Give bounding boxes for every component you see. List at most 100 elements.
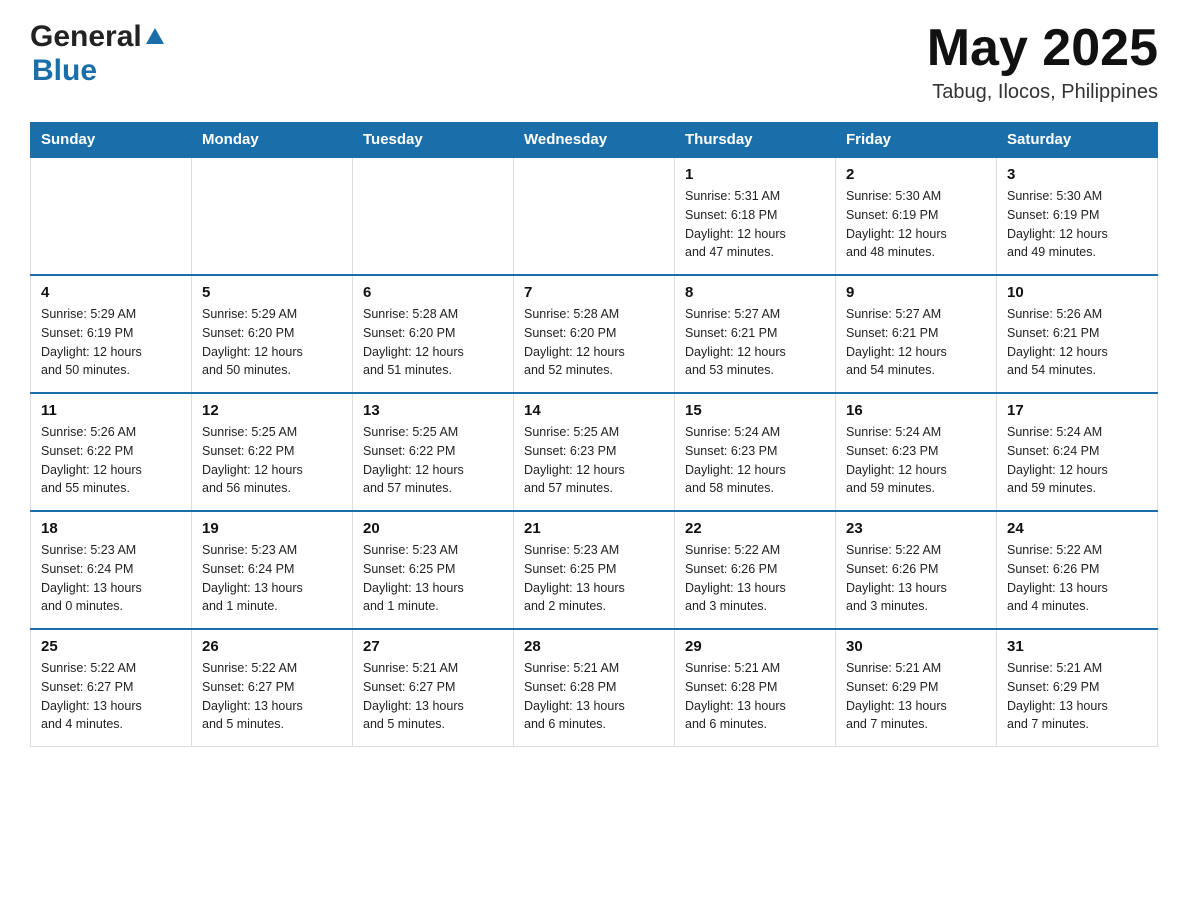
calendar-day-15: 15 Sunrise: 5:24 AMSunset: 6:23 PMDayligh… — [675, 393, 836, 511]
day-info: Sunrise: 5:27 AMSunset: 6:21 PMDaylight:… — [685, 305, 825, 380]
day-info: Sunrise: 5:24 AMSunset: 6:24 PMDaylight:… — [1007, 423, 1147, 498]
day-number: 26 — [202, 638, 342, 655]
calendar-table: SundayMondayTuesdayWednesdayThursdayFrid… — [30, 122, 1158, 747]
day-info: Sunrise: 5:26 AMSunset: 6:21 PMDaylight:… — [1007, 305, 1147, 380]
day-info: Sunrise: 5:29 AMSunset: 6:20 PMDaylight:… — [202, 305, 342, 380]
day-number: 9 — [846, 284, 986, 301]
logo-general-text: General — [30, 20, 142, 54]
day-number: 7 — [524, 284, 664, 301]
day-number: 24 — [1007, 520, 1147, 537]
calendar-week-row: 18 Sunrise: 5:23 AMSunset: 6:24 PMDayligh… — [31, 511, 1158, 629]
day-info: Sunrise: 5:28 AMSunset: 6:20 PMDaylight:… — [524, 305, 664, 380]
day-info: Sunrise: 5:29 AMSunset: 6:19 PMDaylight:… — [41, 305, 181, 380]
calendar-day-20: 20Sunrise: 5:23 AMSunset: 6:25 PMDayligh… — [353, 511, 514, 629]
title-block: May 2025 Tabug, Ilocos, Philippines — [927, 20, 1158, 104]
calendar-day-3: 3 Sunrise: 5:30 AMSunset: 6:19 PMDaylight… — [997, 157, 1158, 275]
calendar-header-row: SundayMondayTuesdayWednesdayThursdayFrid… — [31, 123, 1158, 158]
day-info: Sunrise: 5:21 AMSunset: 6:28 PMDaylight:… — [524, 659, 664, 734]
calendar-week-row: 1Sunrise: 5:31 AMSunset: 6:18 PMDaylight… — [31, 157, 1158, 275]
day-info: Sunrise: 5:23 AMSunset: 6:25 PMDaylight:… — [363, 541, 503, 616]
calendar-day-22: 22Sunrise: 5:22 AMSunset: 6:26 PMDayligh… — [675, 511, 836, 629]
day-info: Sunrise: 5:21 AMSunset: 6:29 PMDaylight:… — [846, 659, 986, 734]
weekday-header-saturday: Saturday — [997, 123, 1158, 158]
day-number: 18 — [41, 520, 181, 537]
calendar-day-21: 21Sunrise: 5:23 AMSunset: 6:25 PMDayligh… — [514, 511, 675, 629]
calendar-empty-cell — [192, 157, 353, 275]
day-number: 5 — [202, 284, 342, 301]
day-number: 3 — [1007, 166, 1147, 183]
calendar-day-5: 5 Sunrise: 5:29 AMSunset: 6:20 PMDaylight… — [192, 275, 353, 393]
calendar-day-28: 28 Sunrise: 5:21 AMSunset: 6:28 PMDayligh… — [514, 629, 675, 747]
calendar-day-14: 14 Sunrise: 5:25 AMSunset: 6:23 PMDayligh… — [514, 393, 675, 511]
logo-triangle-icon — [146, 28, 164, 44]
day-number: 13 — [363, 402, 503, 419]
calendar-title: May 2025 — [927, 20, 1158, 77]
day-info: Sunrise: 5:26 AMSunset: 6:22 PMDaylight:… — [41, 423, 181, 498]
day-number: 16 — [846, 402, 986, 419]
day-number: 17 — [1007, 402, 1147, 419]
calendar-day-12: 12 Sunrise: 5:25 AMSunset: 6:22 PMDayligh… — [192, 393, 353, 511]
calendar-empty-cell — [31, 157, 192, 275]
calendar-day-31: 31Sunrise: 5:21 AMSunset: 6:29 PMDayligh… — [997, 629, 1158, 747]
day-info: Sunrise: 5:24 AMSunset: 6:23 PMDaylight:… — [685, 423, 825, 498]
calendar-day-18: 18 Sunrise: 5:23 AMSunset: 6:24 PMDayligh… — [31, 511, 192, 629]
calendar-day-26: 26Sunrise: 5:22 AMSunset: 6:27 PMDayligh… — [192, 629, 353, 747]
weekday-header-sunday: Sunday — [31, 123, 192, 158]
day-number: 8 — [685, 284, 825, 301]
day-number: 6 — [363, 284, 503, 301]
day-info: Sunrise: 5:30 AMSunset: 6:19 PMDaylight:… — [846, 187, 986, 262]
day-info: Sunrise: 5:24 AMSunset: 6:23 PMDaylight:… — [846, 423, 986, 498]
day-info: Sunrise: 5:31 AMSunset: 6:18 PMDaylight:… — [685, 187, 825, 262]
calendar-week-row: 25 Sunrise: 5:22 AMSunset: 6:27 PMDayligh… — [31, 629, 1158, 747]
day-number: 23 — [846, 520, 986, 537]
calendar-day-4: 4 Sunrise: 5:29 AMSunset: 6:19 PMDaylight… — [31, 275, 192, 393]
day-info: Sunrise: 5:28 AMSunset: 6:20 PMDaylight:… — [363, 305, 503, 380]
day-info: Sunrise: 5:21 AMSunset: 6:28 PMDaylight:… — [685, 659, 825, 734]
weekday-header-wednesday: Wednesday — [514, 123, 675, 158]
calendar-week-row: 11Sunrise: 5:26 AMSunset: 6:22 PMDayligh… — [31, 393, 1158, 511]
day-number: 19 — [202, 520, 342, 537]
calendar-week-row: 4 Sunrise: 5:29 AMSunset: 6:19 PMDaylight… — [31, 275, 1158, 393]
calendar-day-25: 25 Sunrise: 5:22 AMSunset: 6:27 PMDayligh… — [31, 629, 192, 747]
calendar-day-13: 13 Sunrise: 5:25 AMSunset: 6:22 PMDayligh… — [353, 393, 514, 511]
day-number: 30 — [846, 638, 986, 655]
day-info: Sunrise: 5:25 AMSunset: 6:23 PMDaylight:… — [524, 423, 664, 498]
calendar-day-29: 29 Sunrise: 5:21 AMSunset: 6:28 PMDayligh… — [675, 629, 836, 747]
calendar-day-17: 17 Sunrise: 5:24 AMSunset: 6:24 PMDayligh… — [997, 393, 1158, 511]
calendar-day-1: 1Sunrise: 5:31 AMSunset: 6:18 PMDaylight… — [675, 157, 836, 275]
weekday-header-tuesday: Tuesday — [353, 123, 514, 158]
day-number: 21 — [524, 520, 664, 537]
calendar-day-9: 9 Sunrise: 5:27 AMSunset: 6:21 PMDaylight… — [836, 275, 997, 393]
logo: General Blue — [30, 20, 164, 88]
calendar-day-27: 27 Sunrise: 5:21 AMSunset: 6:27 PMDayligh… — [353, 629, 514, 747]
day-number: 14 — [524, 402, 664, 419]
day-info: Sunrise: 5:25 AMSunset: 6:22 PMDaylight:… — [363, 423, 503, 498]
day-number: 27 — [363, 638, 503, 655]
day-number: 4 — [41, 284, 181, 301]
day-info: Sunrise: 5:27 AMSunset: 6:21 PMDaylight:… — [846, 305, 986, 380]
day-number: 10 — [1007, 284, 1147, 301]
day-info: Sunrise: 5:21 AMSunset: 6:27 PMDaylight:… — [363, 659, 503, 734]
day-number: 22 — [685, 520, 825, 537]
calendar-empty-cell — [514, 157, 675, 275]
calendar-day-7: 7 Sunrise: 5:28 AMSunset: 6:20 PMDaylight… — [514, 275, 675, 393]
calendar-day-2: 2Sunrise: 5:30 AMSunset: 6:19 PMDaylight… — [836, 157, 997, 275]
day-number: 29 — [685, 638, 825, 655]
day-info: Sunrise: 5:23 AMSunset: 6:24 PMDaylight:… — [41, 541, 181, 616]
calendar-day-10: 10 Sunrise: 5:26 AMSunset: 6:21 PMDayligh… — [997, 275, 1158, 393]
day-info: Sunrise: 5:22 AMSunset: 6:27 PMDaylight:… — [41, 659, 181, 734]
day-number: 12 — [202, 402, 342, 419]
day-info: Sunrise: 5:22 AMSunset: 6:26 PMDaylight:… — [846, 541, 986, 616]
calendar-day-19: 19Sunrise: 5:23 AMSunset: 6:24 PMDayligh… — [192, 511, 353, 629]
calendar-day-11: 11Sunrise: 5:26 AMSunset: 6:22 PMDayligh… — [31, 393, 192, 511]
calendar-day-6: 6 Sunrise: 5:28 AMSunset: 6:20 PMDaylight… — [353, 275, 514, 393]
logo-blue-text: Blue — [30, 54, 97, 87]
day-info: Sunrise: 5:25 AMSunset: 6:22 PMDaylight:… — [202, 423, 342, 498]
day-number: 28 — [524, 638, 664, 655]
day-info: Sunrise: 5:30 AMSunset: 6:19 PMDaylight:… — [1007, 187, 1147, 262]
day-number: 15 — [685, 402, 825, 419]
day-info: Sunrise: 5:21 AMSunset: 6:29 PMDaylight:… — [1007, 659, 1147, 734]
calendar-empty-cell — [353, 157, 514, 275]
day-number: 25 — [41, 638, 181, 655]
day-info: Sunrise: 5:22 AMSunset: 6:26 PMDaylight:… — [1007, 541, 1147, 616]
